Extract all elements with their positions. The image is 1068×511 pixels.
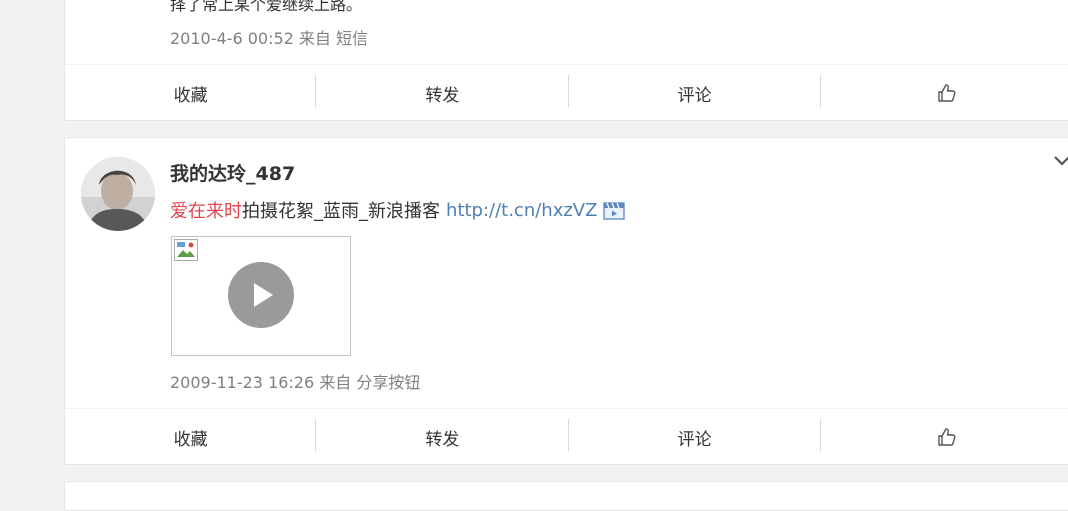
comment-label: 评论	[677, 85, 712, 106]
repost-button[interactable]: 转发	[316, 65, 569, 121]
username[interactable]: 我的达玲_487	[170, 159, 295, 186]
short-link[interactable]: http://t.cn/hxzVZ	[446, 200, 597, 221]
video-icon[interactable]	[603, 200, 626, 220]
thumbs-up-icon	[938, 84, 956, 102]
comment-button[interactable]: 评论	[569, 65, 821, 121]
post-text: 择了常上某个爱继续上路。	[170, 0, 363, 14]
favorite-button[interactable]: 收藏	[65, 409, 317, 465]
favorite-label: 收藏	[173, 85, 208, 106]
feed-card: 我的达玲_487 爱在来时 拍摄花絮_蓝雨_新浪播客 http://t.cn/h…	[64, 137, 1068, 465]
like-button[interactable]	[821, 409, 1068, 465]
like-button[interactable]	[821, 65, 1068, 121]
avatar[interactable]	[81, 157, 155, 231]
action-bar: 收藏 转发 评论	[65, 64, 1068, 121]
repost-label: 转发	[425, 85, 460, 106]
post-text: 爱在来时 拍摄花絮_蓝雨_新浪播客 http://t.cn/hxzVZ	[170, 197, 626, 223]
repost-label: 转发	[425, 429, 460, 450]
play-icon	[254, 283, 273, 307]
post-meta: 2009-11-23 16:26 来自 分享按钮	[170, 373, 421, 392]
broken-image-icon	[174, 239, 198, 261]
topic-link[interactable]: 爱在来时	[170, 197, 242, 223]
thumbs-up-icon	[938, 428, 956, 446]
comment-button[interactable]: 评论	[569, 409, 821, 465]
feed-card	[64, 481, 1068, 511]
play-button[interactable]	[228, 262, 294, 328]
action-bar: 收藏 转发 评论	[65, 408, 1068, 465]
favorite-button[interactable]: 收藏	[65, 65, 317, 121]
feed-card: 择了常上某个爱继续上路。 2010-4-6 00:52 来自 短信 收藏 转发 …	[64, 0, 1068, 121]
video-thumbnail[interactable]	[171, 236, 351, 356]
chevron-down-icon[interactable]	[1051, 153, 1068, 169]
post-body: 拍摄花絮_蓝雨_新浪播客	[242, 201, 440, 222]
post-meta: 2010-4-6 00:52 来自 短信	[170, 29, 368, 48]
favorite-label: 收藏	[173, 429, 208, 450]
repost-button[interactable]: 转发	[316, 409, 569, 465]
comment-label: 评论	[677, 429, 712, 450]
